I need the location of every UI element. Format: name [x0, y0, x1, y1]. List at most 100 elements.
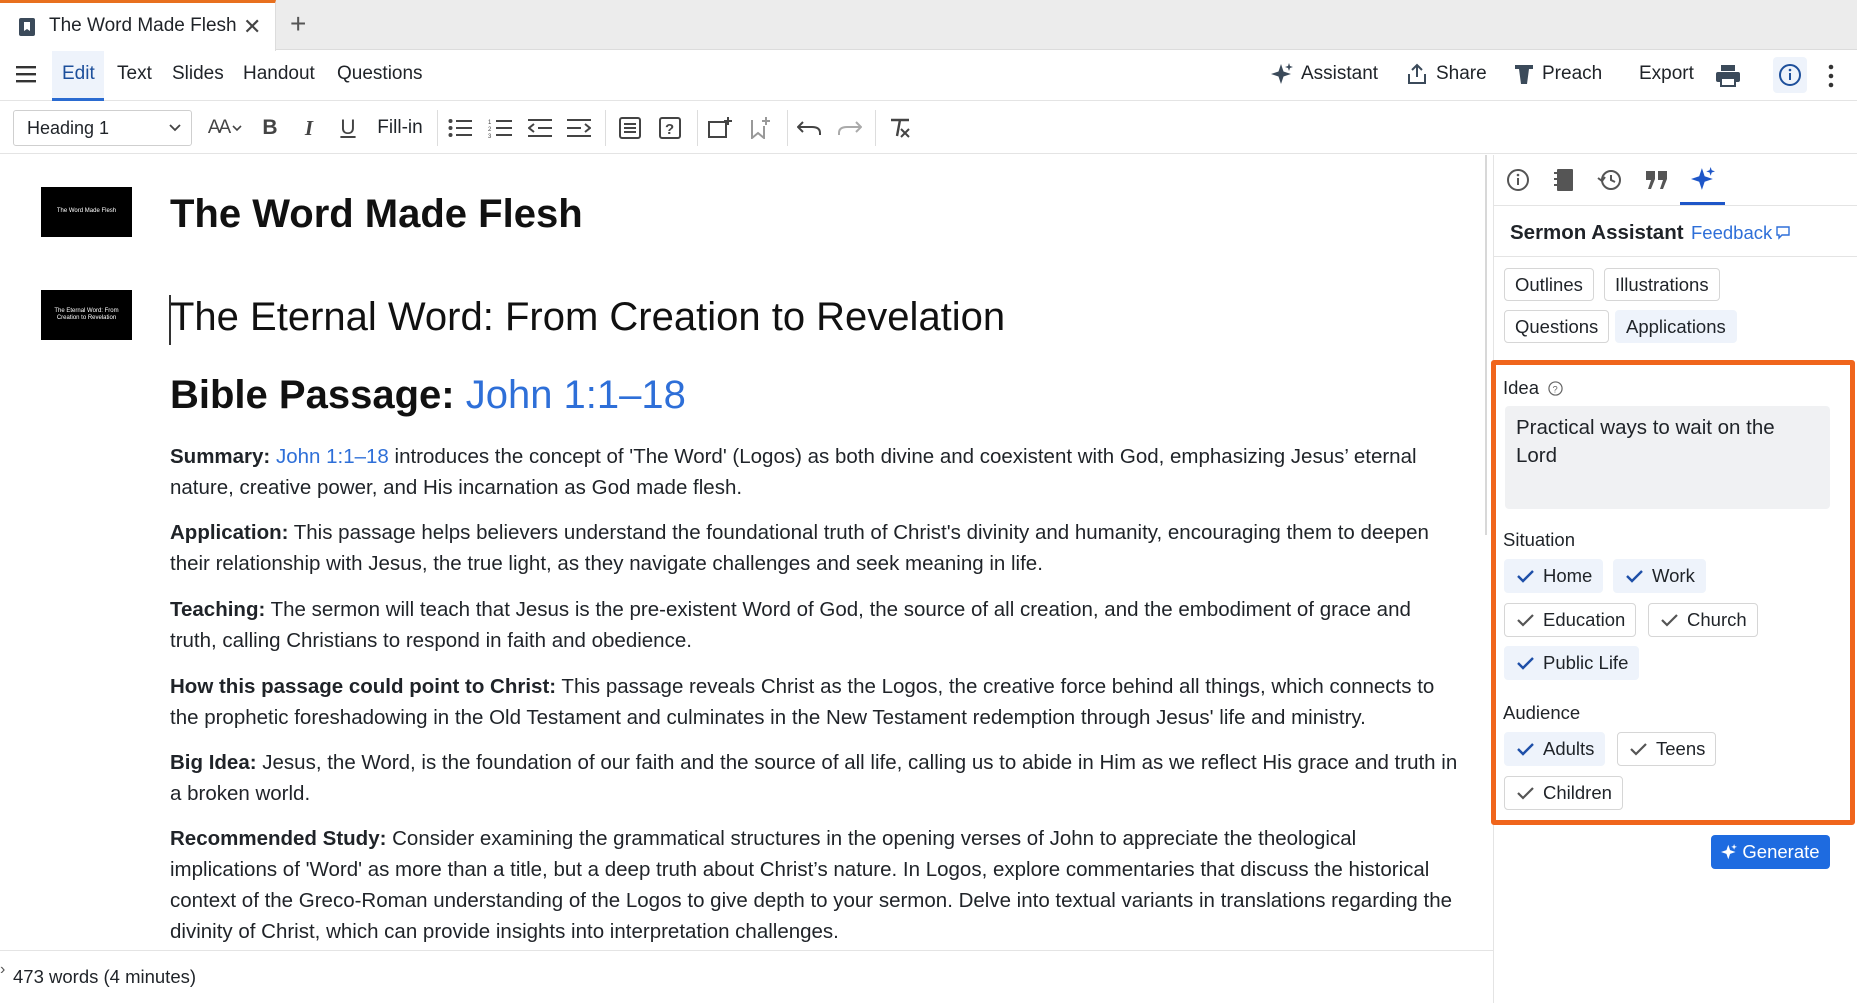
question-block-icon[interactable]: ? [657, 113, 683, 143]
menu-edit[interactable]: Edit [52, 51, 104, 101]
situation-work-checkbox[interactable]: Work [1613, 559, 1706, 593]
tab-strip: The Word Made Flesh ✕ + [0, 0, 1857, 51]
situation-church-checkbox[interactable]: Church [1648, 603, 1758, 637]
numbered-list-icon[interactable]: 123 [487, 113, 513, 143]
outdent-icon[interactable] [527, 113, 553, 143]
situation-label: Situation [1503, 529, 1575, 550]
tab-outlines[interactable]: Outlines [1504, 268, 1594, 301]
panel-title: Sermon Assistant [1510, 221, 1684, 244]
menu-slides[interactable]: Slides [172, 63, 224, 85]
checkmark-icon [1517, 742, 1534, 756]
note-block-icon[interactable] [617, 113, 643, 143]
feedback-link[interactable]: Feedback [1691, 222, 1790, 244]
passage-reference-link[interactable]: John 1:1–18 [466, 373, 686, 417]
info-button[interactable] [1773, 57, 1807, 93]
situation-home-checkbox[interactable]: Home [1504, 559, 1604, 593]
new-tab-button[interactable]: + [290, 8, 306, 40]
fill-in-button[interactable]: Fill-in [376, 113, 424, 143]
tab-title: The Word Made Flesh [49, 15, 237, 36]
recommended-study-paragraph[interactable]: Recommended Study: Consider examining th… [170, 823, 1460, 947]
summary-paragraph[interactable]: Summary: John 1:1–18 introduces the conc… [170, 441, 1460, 503]
hamburger-menu-icon[interactable] [16, 65, 38, 83]
audience-teens-checkbox[interactable]: Teens [1617, 732, 1717, 766]
svg-text:?: ? [665, 121, 674, 138]
audience-label: Audience [1503, 702, 1581, 723]
font-size-button[interactable]: AA [205, 113, 245, 143]
situation-public-life-checkbox[interactable]: Public Life [1504, 646, 1640, 680]
paragraph-style-select[interactable]: Heading 1 [13, 110, 192, 146]
panel-header: Sermon Assistant Feedback [1494, 205, 1857, 257]
chevron-down-icon [232, 125, 242, 132]
preach-button[interactable]: Preach [1514, 63, 1602, 85]
format-toolbar: Heading 1 AA B I U Fill-in 123 ? [0, 102, 1857, 154]
idea-input[interactable]: Practical ways to wait on the Lord [1505, 406, 1830, 509]
checkmark-icon [1661, 613, 1678, 627]
print-icon[interactable] [1716, 65, 1740, 87]
italic-icon[interactable]: I [297, 113, 321, 143]
toolbar-divider [787, 110, 788, 146]
audience-children-checkbox[interactable]: Children [1504, 776, 1623, 810]
heading-eternal-word[interactable]: The Eternal Word: From Creation to Revel… [170, 295, 1005, 340]
bible-passage-heading[interactable]: Bible Passage: John 1:1–18 [170, 373, 686, 418]
generate-button[interactable]: Generate [1711, 835, 1830, 869]
teaching-paragraph[interactable]: Teaching: The sermon will teach that Jes… [170, 594, 1460, 656]
big-idea-paragraph[interactable]: Big Idea: Jesus, the Word, is the founda… [170, 747, 1460, 809]
menu-bar: Edit Text Slides Handout Questions Assis… [0, 51, 1857, 101]
sparkle-icon [1271, 63, 1293, 84]
close-tab-icon[interactable]: ✕ [243, 14, 261, 40]
menu-questions[interactable]: Questions [337, 63, 423, 85]
sermon-title[interactable]: The Word Made Flesh [170, 192, 583, 237]
slide-thumbnail[interactable]: The Word Made Flesh [41, 187, 132, 237]
quote-tab-icon[interactable] [1642, 165, 1672, 195]
checkmark-icon [1517, 786, 1534, 800]
tab-illustrations[interactable]: Illustrations [1604, 268, 1720, 301]
bullet-list-icon[interactable] [447, 113, 473, 143]
menu-text[interactable]: Text [117, 63, 152, 85]
point-to-christ-paragraph[interactable]: How this passage could point to Christ: … [170, 671, 1460, 733]
sparkle-icon [1721, 844, 1738, 860]
application-paragraph[interactable]: Application: This passage helps believer… [170, 517, 1460, 579]
add-slide-icon[interactable] [707, 113, 733, 143]
export-button[interactable]: Export [1639, 63, 1694, 85]
share-button[interactable]: Share [1406, 63, 1487, 85]
editor-scrollbar[interactable] [1485, 155, 1487, 535]
chevron-right-icon[interactable]: › [0, 961, 5, 979]
info-tab-icon[interactable] [1503, 165, 1533, 195]
underline-icon[interactable]: U [336, 113, 360, 143]
toolbar-divider [605, 110, 606, 146]
sermon-editor[interactable]: The Word Made Flesh The Word Made Flesh … [0, 155, 1493, 950]
checkmark-icon [1517, 569, 1534, 583]
document-tab[interactable]: The Word Made Flesh ✕ [0, 0, 276, 51]
undo-icon[interactable] [796, 113, 822, 143]
history-tab-icon[interactable] [1595, 165, 1625, 195]
bold-icon[interactable]: B [258, 113, 282, 143]
toolbar-divider [697, 110, 698, 146]
chevron-down-icon [169, 124, 181, 132]
more-options-icon[interactable] [1825, 63, 1837, 89]
summary-reference-link[interactable]: John 1:1–18 [276, 445, 389, 468]
help-icon[interactable]: ? [1548, 381, 1563, 396]
slide-thumbnail[interactable]: The Eternal Word: From Creation to Revel… [41, 290, 132, 340]
word-count: 473 words (4 minutes) [13, 966, 197, 987]
redo-icon[interactable] [837, 113, 863, 143]
indent-icon[interactable] [566, 113, 592, 143]
info-icon [1779, 64, 1801, 86]
checkmark-icon [1517, 656, 1534, 670]
tab-applications[interactable]: Applications [1615, 310, 1737, 343]
svg-text:3: 3 [488, 134, 492, 138]
toolbar-divider [875, 110, 876, 146]
audience-adults-checkbox[interactable]: Adults [1504, 732, 1606, 766]
assistant-tab-icon[interactable] [1680, 155, 1725, 205]
clear-formatting-icon[interactable] [887, 113, 913, 143]
checkmark-icon [1517, 613, 1534, 627]
svg-text:?: ? [1553, 384, 1558, 394]
menu-handout[interactable]: Handout [243, 63, 315, 85]
status-bar: › 473 words (4 minutes) [0, 950, 1493, 1003]
panel-icon-tabs [1494, 155, 1857, 205]
svg-text:1: 1 [488, 120, 492, 126]
tab-questions[interactable]: Questions [1504, 310, 1610, 343]
situation-education-checkbox[interactable]: Education [1504, 603, 1637, 637]
assistant-button[interactable]: Assistant [1271, 63, 1378, 85]
add-bookmark-icon[interactable] [747, 113, 773, 143]
notebook-tab-icon[interactable] [1549, 165, 1579, 195]
